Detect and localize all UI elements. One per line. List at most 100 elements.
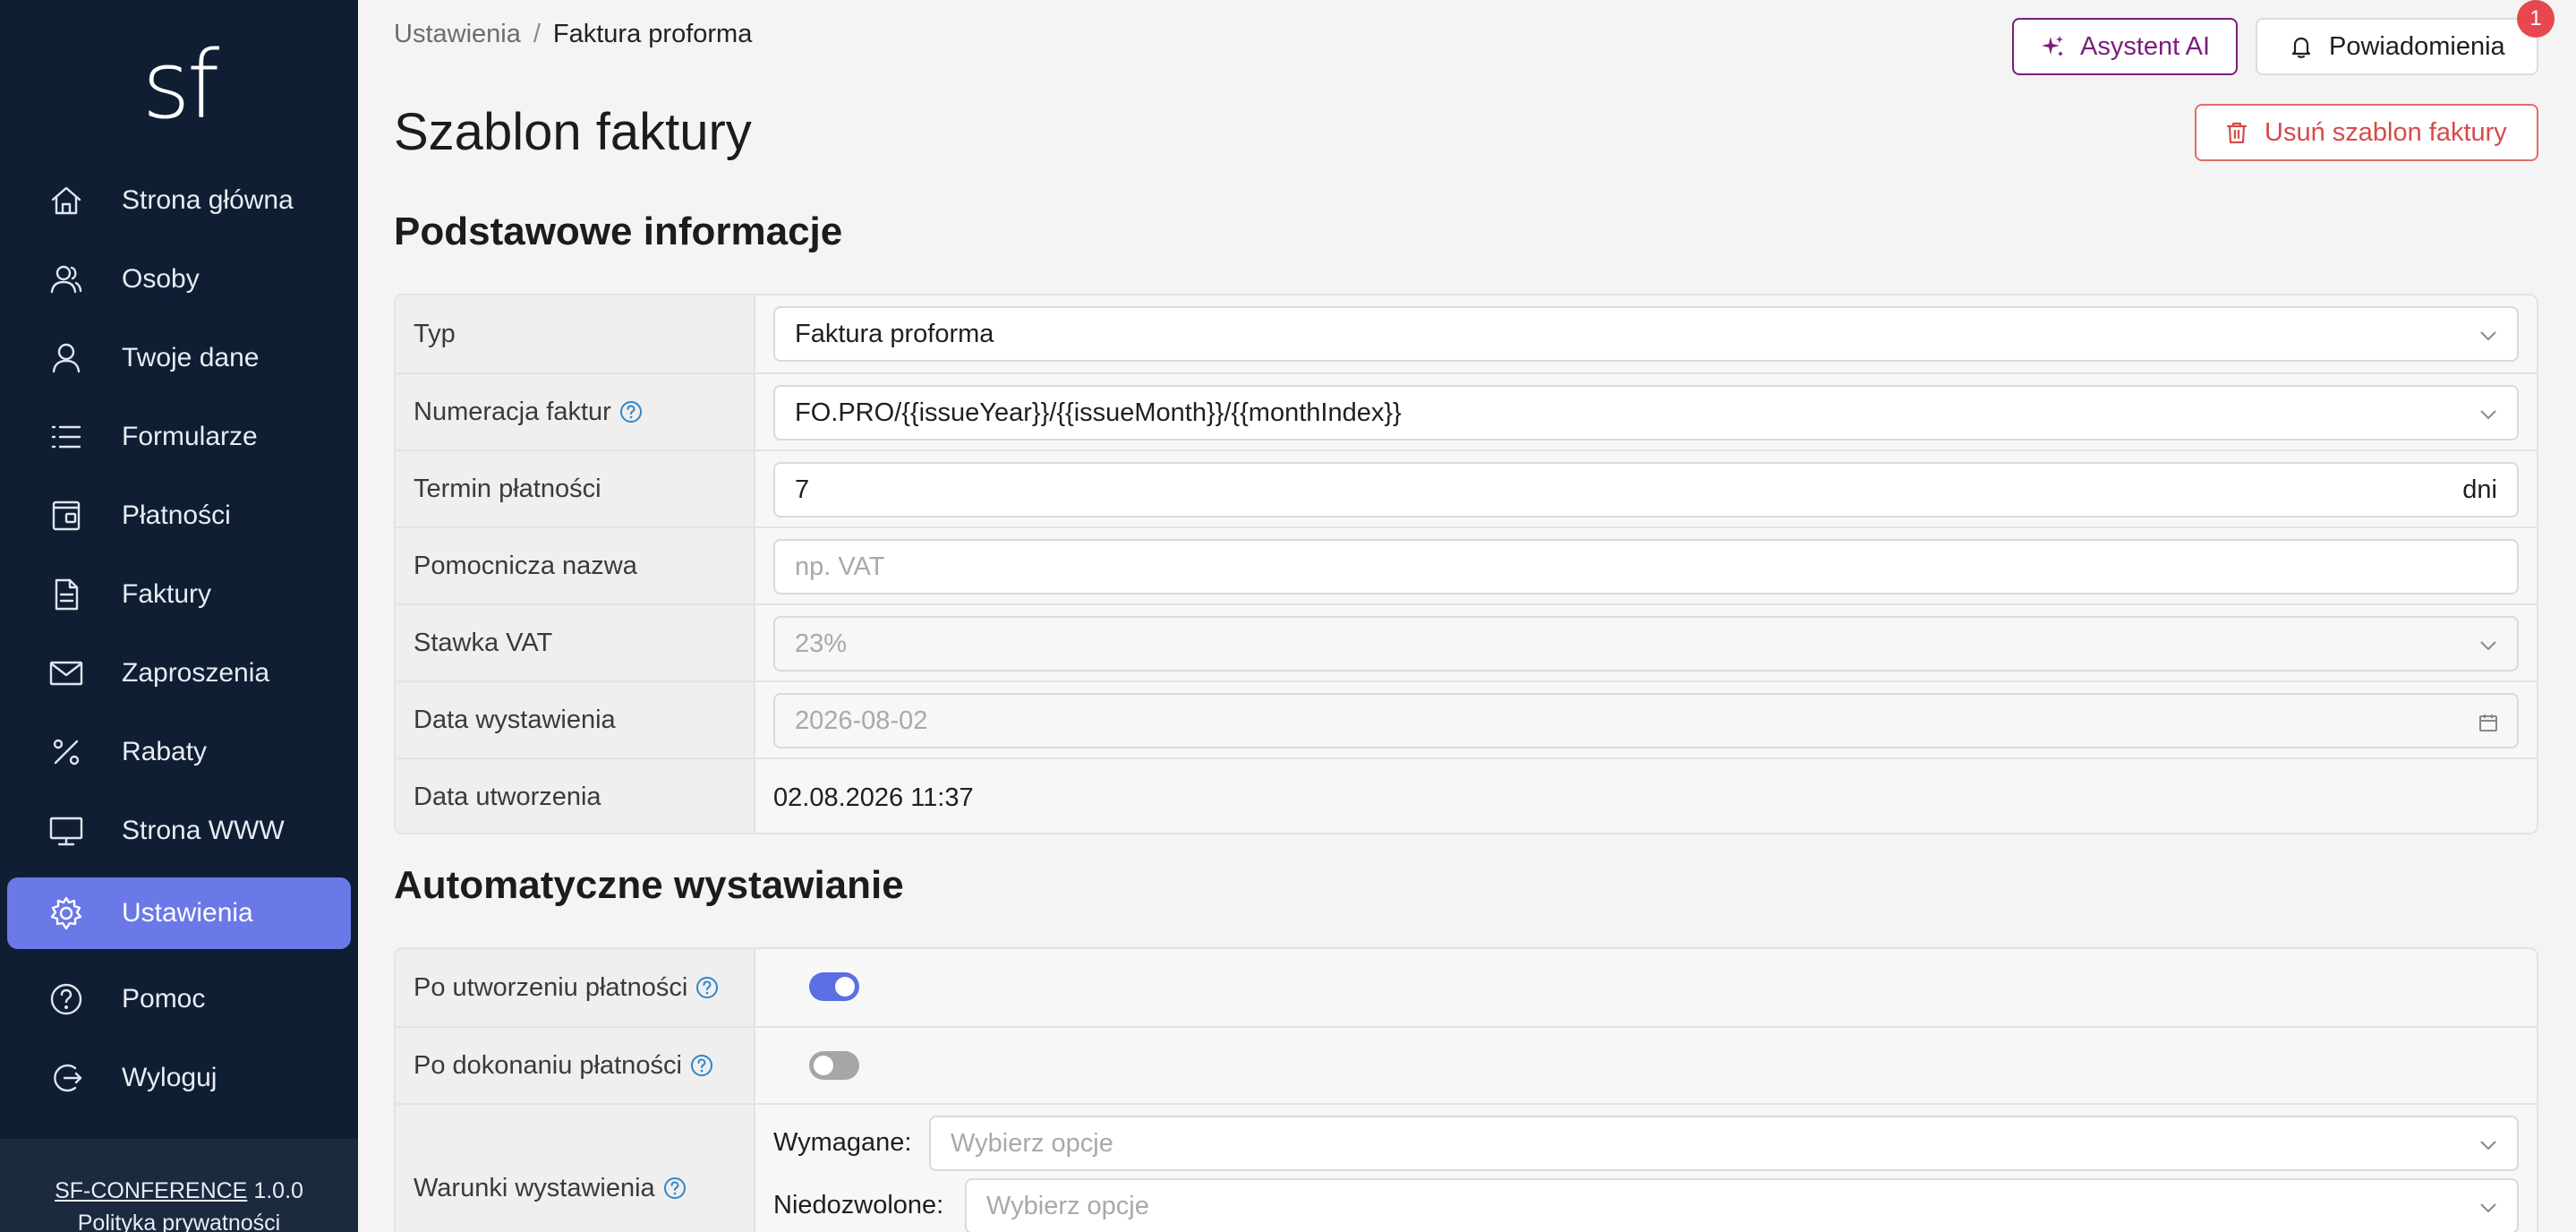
breadcrumb: Ustawienia / Faktura proforma [394, 20, 752, 49]
sidebar-item-label: Zaproszenia [122, 658, 270, 688]
forbidden-select[interactable]: Wybierz opcje [965, 1178, 2519, 1232]
issue-date-input[interactable]: 2026-08-02 [773, 693, 2519, 749]
type-select[interactable]: Faktura proforma [773, 306, 2519, 362]
after-pay-toggle[interactable] [809, 1051, 859, 1080]
sidebar-item-people[interactable]: Osoby [7, 244, 351, 315]
chevron-down-icon [2478, 1196, 2499, 1218]
vat-rate-select[interactable]: 23% [773, 616, 2519, 672]
sidebar: sf Strona główna Osoby Twoje dane Formul… [0, 0, 358, 1232]
sidebar-item-website[interactable]: Strona WWW [7, 795, 351, 867]
sidebar-item-forms[interactable]: Formularze [7, 401, 351, 473]
logout-icon [48, 1060, 84, 1096]
sidebar-item-payments[interactable]: Płatności [7, 480, 351, 552]
auto-issue-table: Po utworzeniu płatności Po dokonaniu pła… [394, 947, 2538, 1232]
delete-template-button[interactable]: Usuń szablon faktury [2195, 104, 2538, 161]
breadcrumb-parent[interactable]: Ustawienia [394, 20, 521, 48]
breadcrumb-current: Faktura proforma [552, 20, 753, 48]
chevron-down-icon [2478, 1134, 2499, 1155]
notifications-badge: 1 [2517, 0, 2555, 38]
aux-name-input[interactable]: np. VAT [773, 539, 2519, 595]
after-pay-label: Po dokonaniu płatności [414, 1050, 682, 1080]
aux-name-placeholder: np. VAT [795, 552, 885, 581]
sparkle-icon [2042, 36, 2063, 56]
sidebar-item-label: Rabaty [122, 737, 208, 766]
section-title-basic: Podstawowe informacje [394, 210, 843, 253]
gear-icon [48, 895, 84, 931]
payment-term-input[interactable]: 7 dni [773, 462, 2519, 518]
sidebar-item-logout[interactable]: Wyloguj [7, 1042, 351, 1114]
app-version: 1.0.0 [253, 1178, 303, 1203]
issue-date-value: 2026-08-02 [795, 706, 928, 735]
privacy-link[interactable]: Polityka prywatności [0, 1207, 358, 1232]
required-placeholder: Wybierz opcje [951, 1128, 1113, 1158]
help-icon[interactable] [662, 1176, 687, 1201]
sidebar-item-your-data[interactable]: Twoje dane [7, 322, 351, 394]
app-logo[interactable]: sf [0, 27, 358, 143]
toggle-knob [814, 1056, 833, 1075]
calendar-icon[interactable] [2478, 711, 2499, 732]
required-label: Wymagane: [773, 1128, 912, 1157]
sidebar-item-invoices[interactable]: Faktury [7, 559, 351, 630]
document-icon [48, 577, 84, 612]
help-circle-icon [48, 981, 84, 1017]
forbidden-label: Niedozwolone: [773, 1191, 944, 1219]
toggle-knob [835, 977, 855, 997]
forbidden-placeholder: Wybierz opcje [986, 1191, 1149, 1220]
chevron-down-icon [2478, 634, 2499, 655]
home-icon [48, 183, 84, 218]
created-date-value: 02.08.2026 11:37 [773, 783, 974, 812]
required-select[interactable]: Wybierz opcje [929, 1116, 2519, 1171]
sidebar-item-label: Wyloguj [122, 1063, 218, 1092]
row-aux-name: Pomocnicza nazwa np. VAT [396, 526, 2537, 603]
type-label: Typ [396, 295, 755, 372]
people-icon [48, 261, 84, 297]
trash-icon [2226, 122, 2248, 144]
bell-icon [2291, 37, 2311, 58]
notifications-label: Powiadomienia [2329, 31, 2505, 61]
conditions-label-cell: Warunki wystawienia [396, 1105, 755, 1232]
row-after-pay: Po dokonaniu płatności [396, 1026, 2537, 1103]
numbering-select[interactable]: FO.PRO/{{issueYear}}/{{issueMonth}}/{{mo… [773, 385, 2519, 441]
row-type: Typ Faktura proforma [396, 295, 2537, 372]
after-create-label-cell: Po utworzeniu płatności [396, 949, 755, 1026]
ai-assistant-button[interactable]: Asystent AI [2012, 18, 2238, 75]
after-create-label: Po utworzeniu płatności [414, 972, 688, 1002]
list-icon [48, 419, 84, 455]
notifications-button[interactable]: Powiadomienia [2256, 18, 2538, 75]
vat-rate-value: 23% [795, 629, 848, 658]
help-icon[interactable] [689, 1053, 714, 1078]
sidebar-item-label: Twoje dane [122, 343, 260, 372]
help-icon[interactable] [695, 975, 720, 1000]
sidebar-item-label: Ustawienia [122, 898, 253, 928]
after-create-toggle[interactable] [809, 972, 859, 1001]
row-created-date: Data utworzenia 02.08.2026 11:37 [396, 757, 2537, 833]
sidebar-footer: SF-CONFERENCE 1.0.0 Polityka prywatności [0, 1139, 358, 1232]
sidebar-item-label: Strona WWW [122, 816, 285, 845]
ai-assistant-label: Asystent AI [2080, 31, 2211, 61]
monitor-icon [48, 813, 84, 849]
payment-term-unit: dni [2462, 475, 2497, 504]
help-icon[interactable] [618, 399, 644, 424]
breadcrumb-separator: / [533, 20, 541, 48]
issue-date-label: Data wystawienia [396, 682, 755, 757]
type-value: Faktura proforma [795, 319, 994, 348]
delete-template-label: Usuń szablon faktury [2265, 117, 2507, 147]
app-name-link[interactable]: SF-CONFERENCE [55, 1178, 247, 1203]
row-payment-term: Termin płatności 7 dni [396, 449, 2537, 526]
sidebar-item-invitations[interactable]: Zaproszenia [7, 637, 351, 709]
sidebar-item-label: Pomoc [122, 984, 206, 1014]
payment-term-value: 7 [795, 475, 810, 504]
sidebar-item-help[interactable]: Pomoc [7, 963, 351, 1035]
sidebar-item-label: Płatności [122, 500, 231, 530]
row-after-create: Po utworzeniu płatności [396, 949, 2537, 1026]
basic-info-table: Typ Faktura proforma Numeracja faktur FO… [394, 294, 2538, 834]
sidebar-item-home[interactable]: Strona główna [7, 165, 351, 236]
chevron-down-icon [2478, 324, 2499, 346]
sidebar-item-discounts[interactable]: Rabaty [7, 716, 351, 788]
conditions-label: Warunki wystawienia [414, 1173, 655, 1202]
envelope-icon [48, 655, 84, 691]
sidebar-item-settings[interactable]: Ustawienia [7, 877, 351, 949]
sidebar-item-label: Faktury [122, 579, 212, 609]
wallet-icon [48, 498, 84, 534]
chevron-down-icon [2478, 403, 2499, 424]
